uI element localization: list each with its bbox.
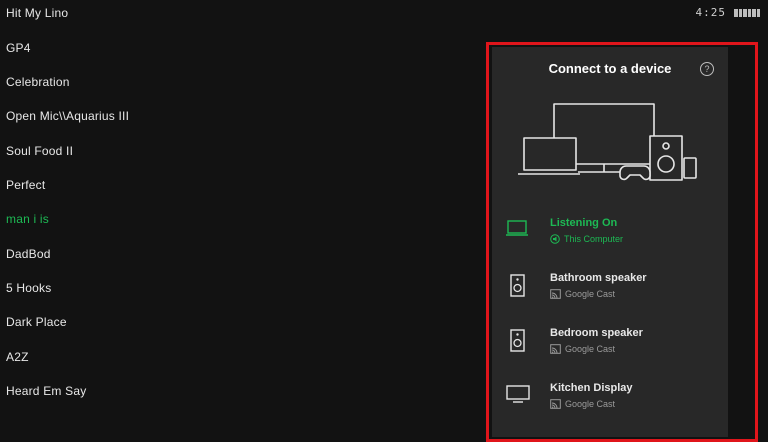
status-bar: 4:25 [695, 6, 760, 19]
track-item[interactable]: GP4 [6, 41, 31, 55]
track-item[interactable]: DadBod [6, 247, 51, 261]
track-item[interactable]: Perfect [6, 178, 45, 192]
battery-icon [734, 8, 760, 17]
clock: 4:25 [695, 6, 726, 19]
track-item[interactable]: Soul Food II [6, 144, 73, 158]
track-item[interactable]: Heard Em Say [6, 384, 86, 398]
track-item[interactable]: Dark Place [6, 315, 67, 329]
track-item[interactable]: A2Z [6, 350, 29, 364]
highlight-frame [486, 42, 758, 442]
track-item-playing[interactable]: man i is [6, 212, 49, 226]
track-item[interactable]: Hit My Lino [6, 6, 68, 20]
track-item[interactable]: Celebration [6, 75, 70, 89]
track-item[interactable]: 5 Hooks [6, 281, 51, 295]
track-item[interactable]: Open Mic\\Aquarius III [6, 109, 129, 123]
